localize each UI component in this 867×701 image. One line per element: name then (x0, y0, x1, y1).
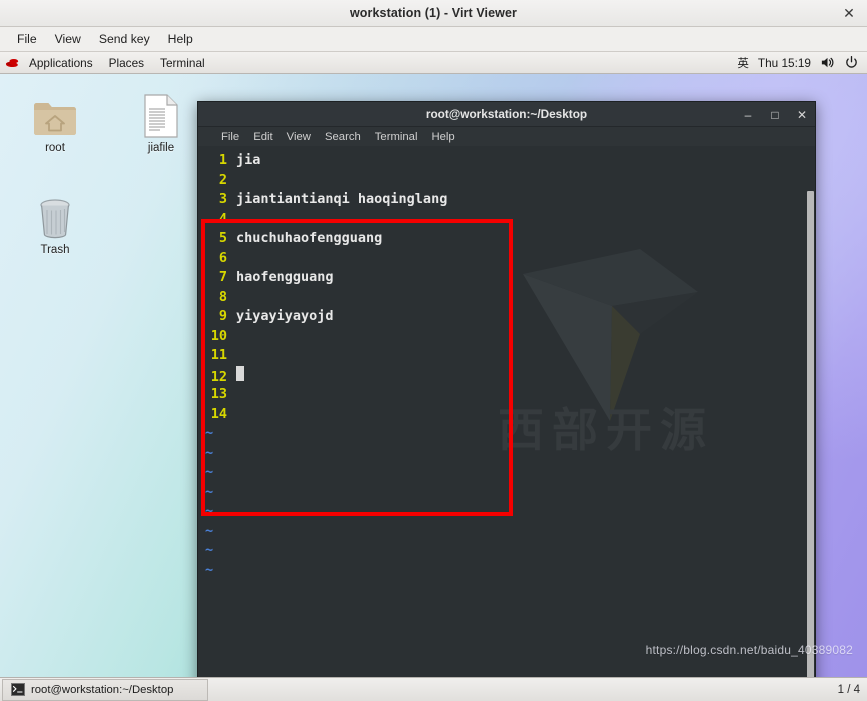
panel-item-places[interactable]: Places (101, 54, 152, 72)
viewer-menubar: File View Send key Help (0, 27, 867, 52)
vim-line-text: jia (236, 151, 260, 171)
terminal-menu-view[interactable]: View (280, 130, 318, 144)
vim-line: 7haofengguang (198, 268, 815, 288)
home-folder-icon (16, 86, 94, 138)
minimize-icon[interactable]: – (741, 108, 755, 122)
terminal-body[interactable]: 西部开源 1jia 2 3jiantiantianqi haoqinglang … (198, 146, 815, 677)
taskbar-window-terminal[interactable]: root@workstation:~/Desktop (2, 679, 208, 701)
desktop-icon-root[interactable]: root (16, 86, 94, 155)
redhat-logo-icon (5, 57, 20, 69)
trash-icon (16, 188, 94, 240)
workspace-indicator[interactable]: 1 / 4 (838, 684, 867, 696)
viewer-menu-file[interactable]: File (8, 29, 46, 49)
desktop-icon-jiafile[interactable]: jiafile (122, 86, 200, 155)
vim-line: 8 (198, 288, 815, 308)
gnome-top-panel: Applications Places Terminal 英 Thu 15:19 (0, 52, 867, 74)
terminal-menu-file[interactable]: File (214, 130, 246, 144)
terminal-menu-edit[interactable]: Edit (246, 130, 279, 144)
terminal-menu-search[interactable]: Search (318, 130, 368, 144)
viewer-menu-help[interactable]: Help (159, 29, 202, 49)
terminal-menu-terminal[interactable]: Terminal (368, 130, 425, 144)
vim-empty-marker: ~ (198, 502, 815, 522)
vim-empty-marker: ~ (198, 444, 815, 464)
vim-line-text: jiantiantianqi haoqinglang (236, 190, 447, 210)
terminal-window: root@workstation:~/Desktop – □ ✕ File Ed… (197, 101, 816, 677)
terminal-menu-help[interactable]: Help (424, 130, 461, 144)
clock[interactable]: Thu 15:19 (758, 56, 811, 70)
vim-line-number: 11 (198, 346, 236, 366)
vim-line-number: 10 (198, 327, 236, 347)
vim-line: 10 (198, 327, 815, 347)
vim-line: 9yiyayiyayojd (198, 307, 815, 327)
vim-line-number: 8 (198, 288, 236, 308)
viewer-menu-view[interactable]: View (46, 29, 90, 49)
vim-line: 13 (198, 385, 815, 405)
text-cursor (236, 366, 244, 381)
vim-empty-marker: ~ (198, 561, 815, 581)
terminal-scrollbar[interactable] (807, 191, 814, 677)
desktop: root jiafile (0, 74, 867, 677)
vim-line-number: 9 (198, 307, 236, 327)
terminal-titlebar: root@workstation:~/Desktop – □ ✕ (198, 102, 815, 127)
document-icon (122, 86, 200, 138)
vim-line-text: yiyayiyayojd (236, 307, 334, 327)
vim-empty-marker: ~ (198, 522, 815, 542)
vim-empty-marker: ~ (198, 424, 815, 444)
vim-line-number: 13 (198, 385, 236, 405)
vim-line: 11 (198, 346, 815, 366)
vim-empty-marker: ~ (198, 463, 815, 483)
bottom-taskbar: root@workstation:~/Desktop 1 / 4 (0, 677, 867, 701)
desktop-icon-label: root (16, 142, 94, 155)
viewer-menu-send-key[interactable]: Send key (90, 29, 159, 49)
vim-line-text: chuchuhaofengguang (236, 229, 382, 249)
vim-line: 2 (198, 171, 815, 191)
vim-line-number: 1 (198, 151, 236, 171)
vim-line-number: 6 (198, 249, 236, 269)
vim-empty-marker: ~ (198, 541, 815, 561)
vim-line-number: 4 (198, 210, 236, 230)
vim-line: 5chuchuhaofengguang (198, 229, 815, 249)
input-method-indicator[interactable]: 英 (737, 55, 749, 71)
panel-item-terminal[interactable]: Terminal (152, 54, 213, 72)
maximize-icon[interactable]: □ (768, 108, 782, 122)
terminal-window-controls: – □ ✕ (741, 102, 809, 127)
vim-empty-marker: ~ (198, 483, 815, 503)
vim-line-number: 3 (198, 190, 236, 210)
close-icon[interactable]: ✕ (841, 5, 857, 21)
vim-line-number: 14 (198, 405, 236, 425)
terminal-icon (11, 683, 25, 696)
viewer-titlebar: workstation (1) - Virt Viewer ✕ (0, 0, 867, 27)
vim-line: 6 (198, 249, 815, 269)
close-icon[interactable]: ✕ (795, 108, 809, 122)
vim-line-current: 12 (198, 366, 815, 386)
virt-viewer-window: workstation (1) - Virt Viewer ✕ File Vie… (0, 0, 867, 701)
desktop-icon-label: jiafile (122, 142, 200, 155)
panel-status-area: 英 Thu 15:19 (737, 55, 867, 71)
taskbar-window-label: root@workstation:~/Desktop (31, 684, 173, 696)
terminal-title: root@workstation:~/Desktop (426, 107, 587, 121)
panel-left-group: Applications Places Terminal (0, 54, 213, 72)
desktop-icon-trash[interactable]: Trash (16, 188, 94, 257)
vim-line-number: 2 (198, 171, 236, 191)
vim-line: 4 (198, 210, 815, 230)
volume-icon[interactable] (820, 55, 835, 70)
power-icon[interactable] (844, 55, 859, 70)
panel-item-applications[interactable]: Applications (21, 54, 101, 72)
terminal-menubar: File Edit View Search Terminal Help (198, 127, 815, 146)
vim-buffer[interactable]: 1jia 2 3jiantiantianqi haoqinglang 4 5ch… (198, 146, 815, 580)
vim-line: 1jia (198, 151, 815, 171)
viewer-title: workstation (1) - Virt Viewer (350, 6, 517, 20)
vim-line: 3jiantiantianqi haoqinglang (198, 190, 815, 210)
vim-line-text: haofengguang (236, 268, 334, 288)
vim-line-number: 5 (198, 229, 236, 249)
vim-line: 14 (198, 405, 815, 425)
vim-line-number: 7 (198, 268, 236, 288)
desktop-icon-label: Trash (16, 244, 94, 257)
